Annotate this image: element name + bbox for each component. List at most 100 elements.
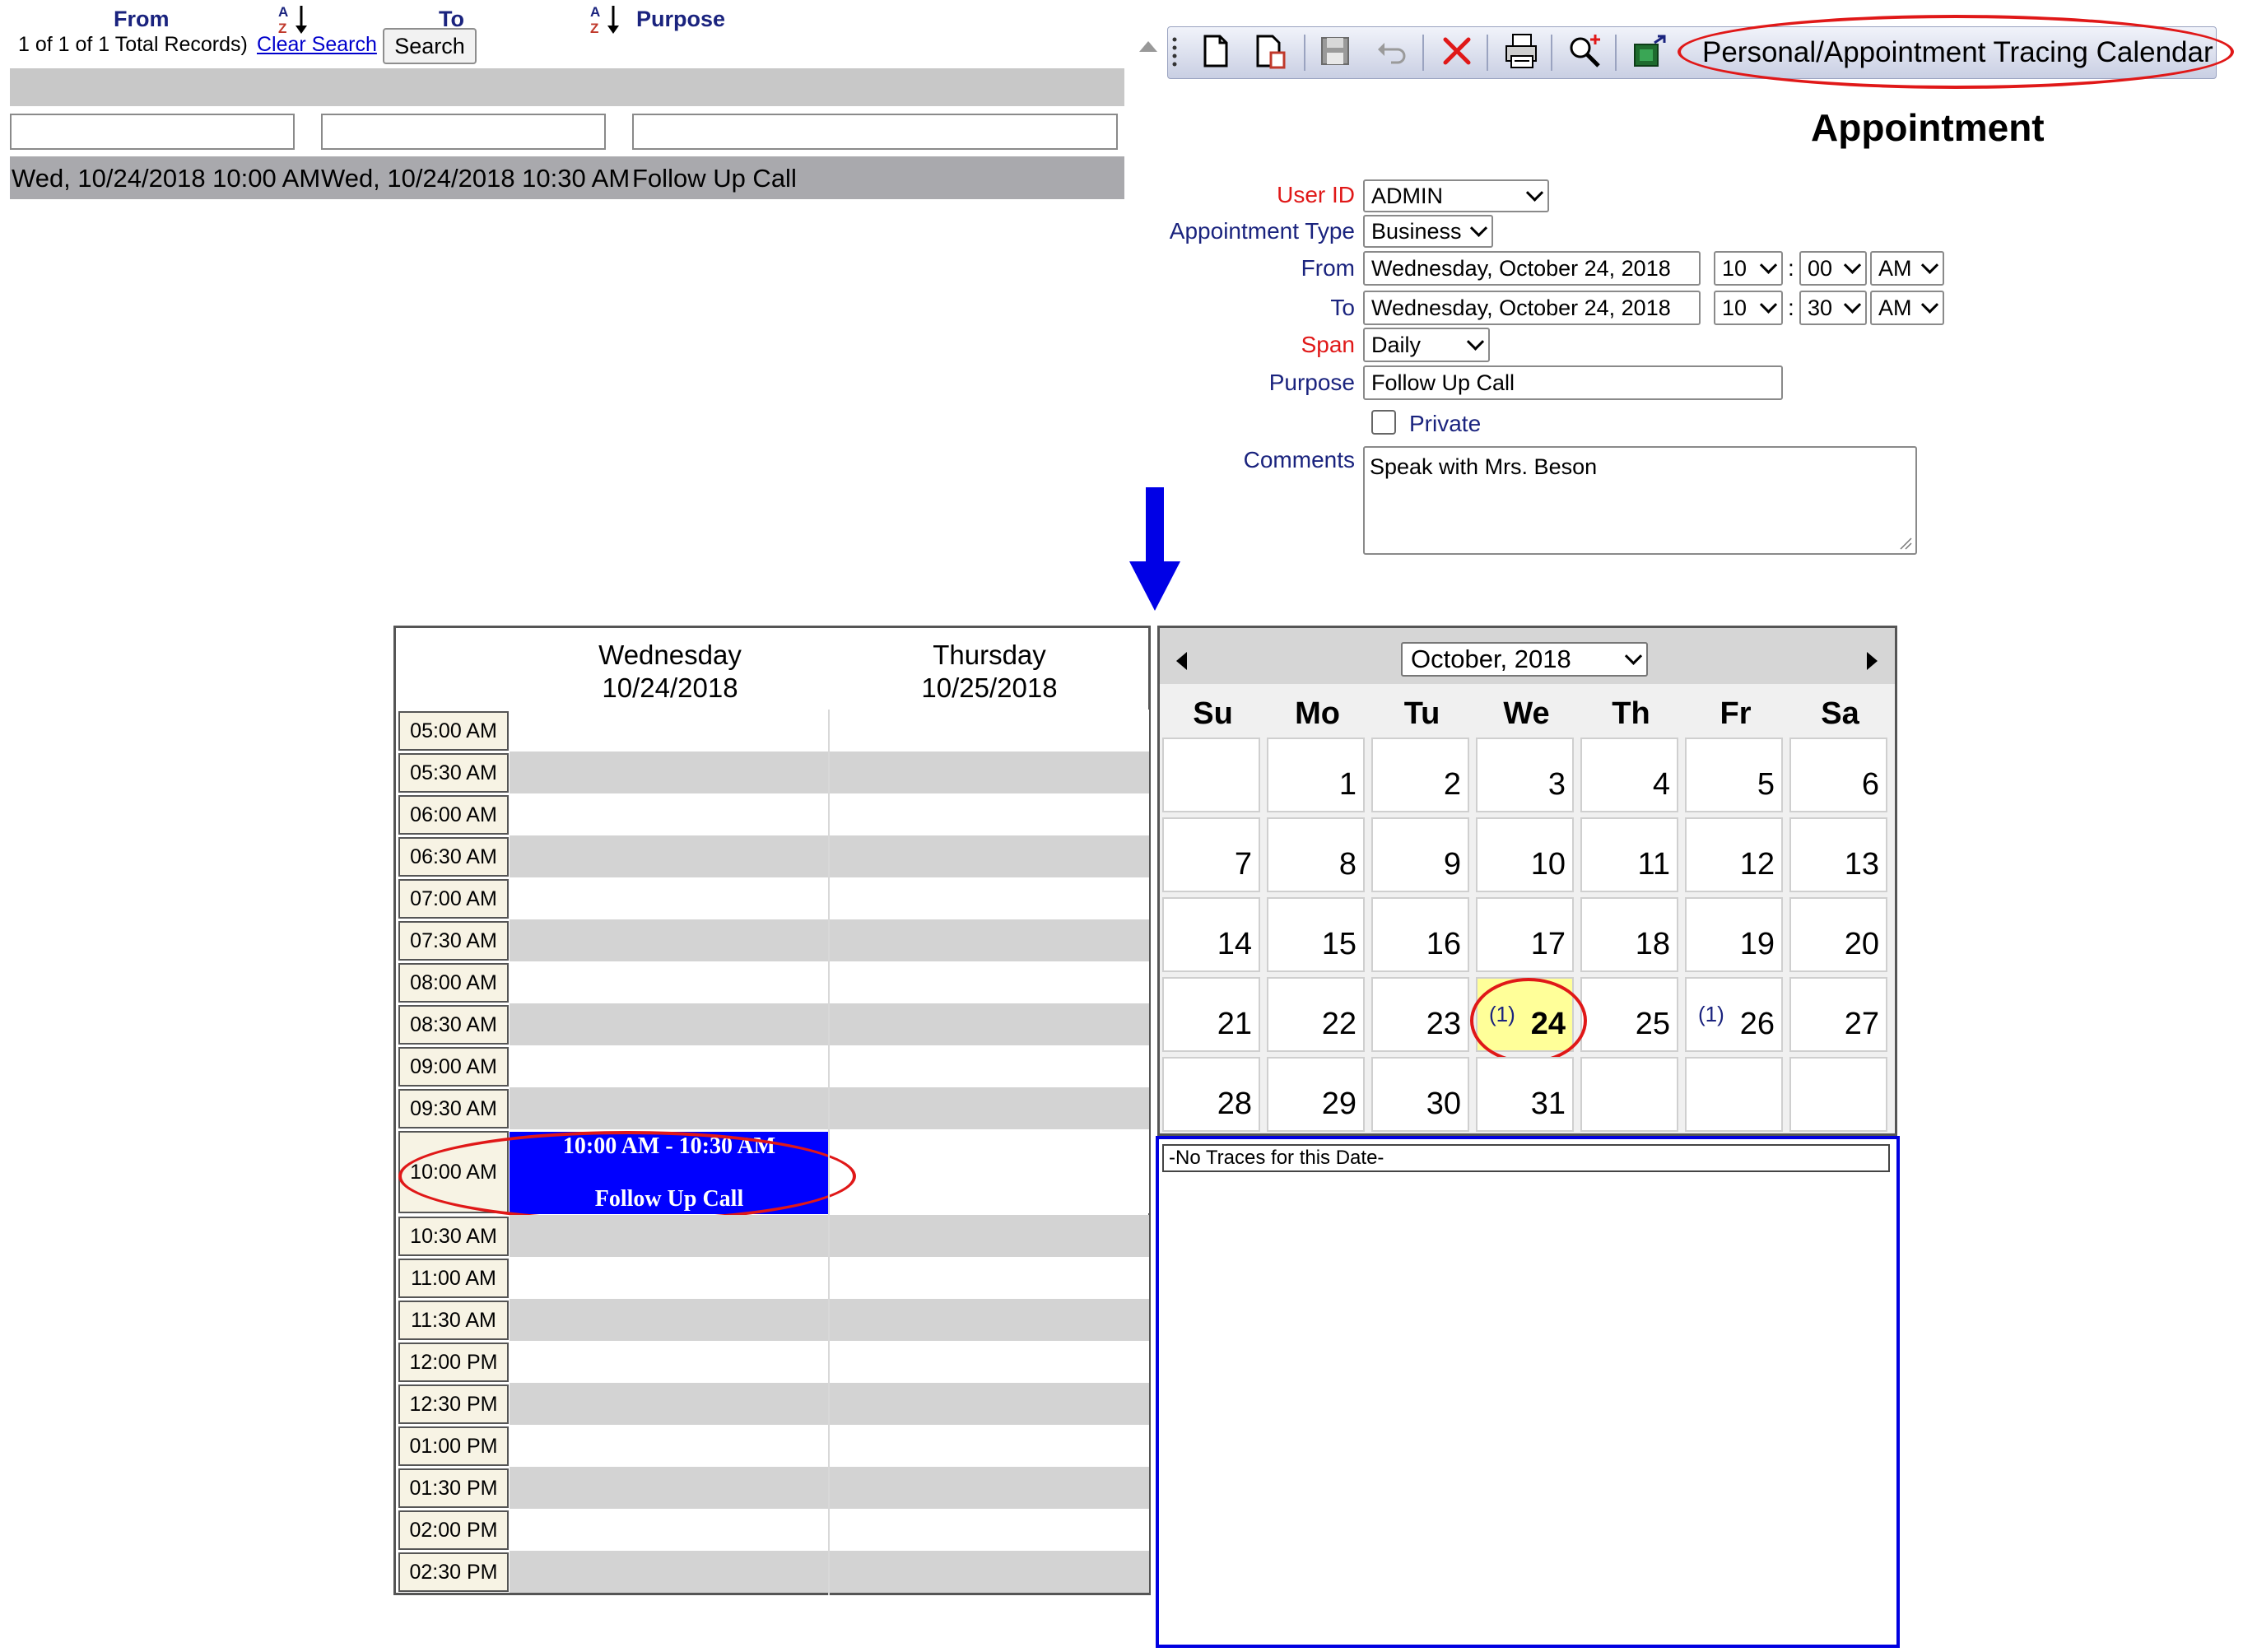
time-slot[interactable] <box>830 877 1149 919</box>
calendar-day[interactable]: 20 <box>1789 897 1887 972</box>
clear-search-link[interactable]: Clear Search <box>257 33 377 57</box>
calendar-day[interactable]: 17 <box>1476 897 1574 972</box>
time-slot[interactable] <box>830 793 1149 835</box>
time-slot[interactable] <box>830 710 1149 752</box>
to-date-input[interactable]: Wednesday, October 24, 2018 <box>1363 291 1701 325</box>
delete-icon[interactable] <box>1437 31 1477 71</box>
calendar-day[interactable]: 18 <box>1580 897 1678 972</box>
calendar-day[interactable]: 11 <box>1580 817 1678 892</box>
print-icon[interactable] <box>1501 31 1541 71</box>
calendar-day[interactable]: 4 <box>1580 738 1678 812</box>
previous-month-icon[interactable] <box>1176 652 1187 670</box>
filter-from-input[interactable] <box>10 114 295 150</box>
time-slot[interactable] <box>830 1257 1149 1299</box>
calendar-day[interactable]: 9 <box>1371 817 1469 892</box>
column-header-from[interactable]: From <box>114 7 170 32</box>
comments-textarea[interactable]: Speak with Mrs. Beson <box>1363 446 1917 555</box>
calendar-day[interactable]: 8 <box>1267 817 1365 892</box>
from-minute-select[interactable]: 00 <box>1799 251 1867 286</box>
appointment-type-select[interactable]: Business <box>1363 215 1493 248</box>
time-slot[interactable] <box>830 1467 1149 1509</box>
user-id-select[interactable]: ADMIN <box>1363 179 1549 212</box>
time-slot[interactable] <box>830 1383 1149 1425</box>
time-slot[interactable] <box>830 752 1149 793</box>
calendar-day[interactable]: 12 <box>1685 817 1783 892</box>
time-slot[interactable] <box>830 1215 1149 1257</box>
time-slot[interactable] <box>830 961 1149 1003</box>
undo-icon[interactable] <box>1373 31 1412 71</box>
calendar-day[interactable]: 15 <box>1267 897 1365 972</box>
calendar-day[interactable]: 25 <box>1580 977 1678 1052</box>
resize-handle-icon[interactable] <box>1899 537 1912 550</box>
calendar-day[interactable]: 13 <box>1789 817 1887 892</box>
time-slot[interactable] <box>830 919 1149 961</box>
time-slot[interactable] <box>830 1087 1149 1129</box>
filter-purpose-input[interactable] <box>632 114 1118 150</box>
time-slot[interactable] <box>510 1467 829 1509</box>
save-icon[interactable] <box>1315 31 1355 71</box>
sort-az-icon[interactable]: A Z <box>277 2 309 35</box>
from-hour-select[interactable]: 10 <box>1714 251 1783 286</box>
purpose-input[interactable]: Follow Up Call <box>1363 365 1783 400</box>
time-slot[interactable] <box>510 793 829 835</box>
time-slot[interactable] <box>510 1425 829 1467</box>
collapse-arrow-icon[interactable] <box>1139 41 1157 52</box>
time-slot[interactable] <box>510 877 829 919</box>
to-ampm-select[interactable]: AM <box>1870 291 1944 325</box>
calendar-day[interactable]: 2 <box>1371 738 1469 812</box>
next-month-icon[interactable] <box>1867 652 1878 670</box>
calendar-day[interactable]: 5 <box>1685 738 1783 812</box>
month-select[interactable]: October, 2018 <box>1401 642 1648 677</box>
calendar-day[interactable]: 10 <box>1476 817 1574 892</box>
new-icon[interactable] <box>1195 31 1235 71</box>
column-header-purpose[interactable]: Purpose <box>636 7 725 32</box>
table-row[interactable]: Wed, 10/24/2018 10:00 AM Wed, 10/24/2018… <box>10 156 1124 199</box>
time-slot[interactable] <box>510 1087 829 1129</box>
calendar-day[interactable]: 27 <box>1789 977 1887 1052</box>
from-ampm-select[interactable]: AM <box>1870 251 1944 286</box>
calendar-day[interactable]: 23 <box>1371 977 1469 1052</box>
time-slot[interactable] <box>510 1045 829 1087</box>
time-slot[interactable] <box>510 1003 829 1045</box>
copy-icon[interactable] <box>1251 31 1291 71</box>
calendar-day[interactable]: 6 <box>1789 738 1887 812</box>
time-slot[interactable] <box>510 1257 829 1299</box>
calendar-day[interactable]: 29 <box>1267 1057 1365 1132</box>
search-button[interactable]: Search <box>383 28 477 64</box>
time-slot[interactable] <box>510 835 829 877</box>
time-slot[interactable] <box>510 1341 829 1383</box>
time-slot[interactable] <box>510 710 829 752</box>
time-slot[interactable] <box>830 1045 1149 1087</box>
calendar-day[interactable]: 31 <box>1476 1057 1574 1132</box>
from-date-input[interactable]: Wednesday, October 24, 2018 <box>1363 251 1701 286</box>
export-icon[interactable] <box>1630 31 1669 71</box>
time-slot[interactable] <box>830 1551 1149 1593</box>
time-slot[interactable] <box>510 919 829 961</box>
calendar-day[interactable]: 16 <box>1371 897 1469 972</box>
time-slot[interactable] <box>830 1425 1149 1467</box>
span-select[interactable]: Daily <box>1363 328 1490 362</box>
private-checkbox[interactable] <box>1371 410 1396 435</box>
calendar-day[interactable]: 22 <box>1267 977 1365 1052</box>
sort-az-icon[interactable]: A Z <box>589 2 621 35</box>
calendar-day[interactable]: 21 <box>1162 977 1260 1052</box>
calendar-day[interactable]: 3 <box>1476 738 1574 812</box>
time-slot[interactable] <box>830 1129 1149 1213</box>
to-minute-select[interactable]: 30 <box>1799 291 1867 325</box>
time-slot[interactable] <box>830 1299 1149 1341</box>
time-slot[interactable] <box>830 1509 1149 1551</box>
to-hour-select[interactable]: 10 <box>1714 291 1783 325</box>
calendar-day[interactable]: 19 <box>1685 897 1783 972</box>
time-slot[interactable] <box>830 835 1149 877</box>
calendar-day[interactable]: 14 <box>1162 897 1260 972</box>
calendar-day[interactable]: 7 <box>1162 817 1260 892</box>
appointment-count[interactable]: (1) <box>1698 1002 1724 1027</box>
time-slot[interactable] <box>510 752 829 793</box>
time-slot[interactable] <box>510 1383 829 1425</box>
time-slot[interactable] <box>510 961 829 1003</box>
calendar-day[interactable]: 1 <box>1267 738 1365 812</box>
time-slot[interactable] <box>510 1509 829 1551</box>
time-slot[interactable] <box>510 1551 829 1593</box>
calendar-day[interactable]: 28 <box>1162 1057 1260 1132</box>
time-slot[interactable] <box>510 1299 829 1341</box>
